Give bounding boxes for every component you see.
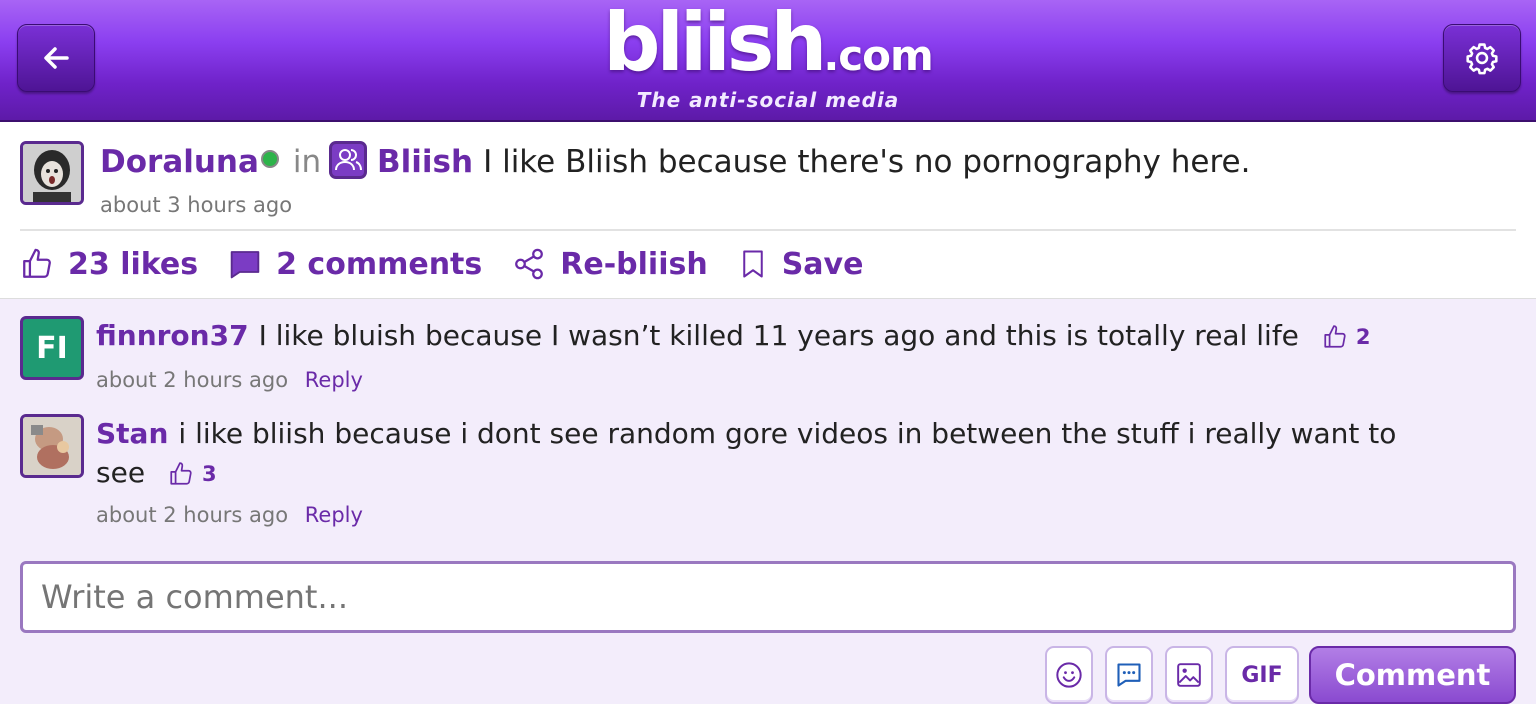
share-icon	[515, 248, 544, 280]
comment-like-button[interactable]: 3	[168, 455, 217, 494]
in-label: in	[292, 144, 322, 180]
emoji-button[interactable]	[1045, 646, 1093, 704]
comment-timestamp: about 2 hours ago	[96, 503, 289, 527]
comment-icon	[230, 251, 260, 279]
thumbs-up-icon	[1324, 325, 1346, 348]
reply-link[interactable]: Reply	[305, 503, 363, 527]
site-logo[interactable]: bliish.com	[0, 0, 1536, 89]
like-button[interactable]: 23 likes	[20, 246, 198, 282]
gif-button[interactable]: GIF	[1225, 646, 1299, 704]
post-group[interactable]: Bliish	[377, 144, 473, 180]
comment-author[interactable]: finnron37	[96, 319, 249, 352]
comment-body: finnron37 I like bluish because I wasn’t …	[96, 316, 1416, 357]
user-photo-icon	[23, 417, 81, 475]
like-count: 23 likes	[68, 246, 199, 282]
avatar[interactable]: FI	[20, 316, 84, 380]
thumbs-up-icon	[170, 462, 192, 485]
save-button[interactable]: Save	[738, 246, 864, 282]
comment-author[interactable]: Stan	[96, 417, 168, 450]
user-photo-icon	[23, 144, 81, 202]
avatar[interactable]	[20, 414, 84, 478]
save-label: Save	[781, 246, 864, 282]
comments-button[interactable]: 2 comments	[228, 247, 482, 282]
post-card: Doraluna in Bliish I like Bliish because t…	[0, 122, 1536, 299]
rebliish-button[interactable]: Re-bliish	[512, 246, 708, 282]
comment-like-button[interactable]: 2	[1322, 318, 1371, 357]
comment-text: I like bluish because I wasn’t killed 11…	[258, 319, 1299, 352]
smiley-icon	[1056, 662, 1082, 688]
comment-input[interactable]	[20, 561, 1516, 633]
post-author[interactable]: Doraluna	[100, 144, 259, 180]
avatar[interactable]	[20, 141, 84, 205]
post-timestamp: about 3 hours ago	[100, 193, 293, 217]
post-text: I like Bliish because there's no pornogr…	[483, 144, 1251, 180]
settings-button[interactable]	[1443, 24, 1521, 92]
comment-meta: about 2 hours ago Reply	[96, 503, 363, 527]
image-icon	[1177, 663, 1201, 687]
bookmark-icon	[742, 250, 763, 278]
comment-text: i like bliish because i dont see random …	[96, 417, 1397, 489]
quote-button[interactable]	[1105, 646, 1153, 704]
divider	[20, 229, 1516, 231]
post-header: Doraluna in Bliish I like Bliish because t…	[100, 140, 1251, 180]
thumbs-up-icon	[23, 248, 51, 278]
speech-bubble-icon	[1117, 663, 1141, 687]
comment-like-count: 3	[201, 461, 217, 486]
image-button[interactable]	[1165, 646, 1213, 704]
online-indicator	[260, 150, 279, 168]
group-icon[interactable]	[329, 140, 368, 179]
comment-meta: about 2 hours ago Reply	[96, 368, 363, 392]
app-header: bliish.com The anti-social media	[0, 0, 1536, 122]
rebliish-label: Re-bliish	[560, 246, 708, 282]
reply-link[interactable]: Reply	[305, 368, 363, 392]
comment-like-count: 2	[1355, 324, 1371, 349]
post-actions: 23 likes 2 comments Re-bliish Save	[20, 244, 893, 284]
comment-body: Stan i like bliish because i dont see ran…	[96, 414, 1416, 494]
submit-comment-button[interactable]: Comment	[1309, 646, 1516, 704]
gear-icon	[1466, 43, 1498, 75]
site-tagline: The anti-social media	[636, 88, 900, 112]
avatar-initials: FI	[36, 330, 68, 366]
comment-timestamp: about 2 hours ago	[96, 368, 289, 392]
comment-count: 2 comments	[276, 246, 483, 282]
